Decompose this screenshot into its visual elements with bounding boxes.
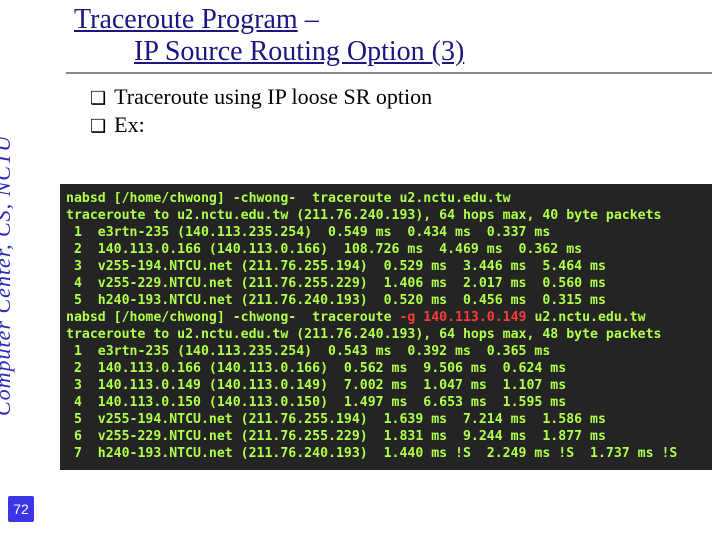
title-line1-text: Traceroute Program <box>74 4 298 35</box>
bullet-icon: ❑ <box>90 114 106 138</box>
term-line: 2 140.113.0.166 (140.113.0.166) 108.726 … <box>66 242 582 257</box>
term-highlight: -g 140.113.0.149 <box>399 310 526 325</box>
terminal-block: nabsd [/home/chwong] -chwong- traceroute… <box>60 184 712 470</box>
term-line: nabsd [/home/chwong] -chwong- traceroute <box>66 310 399 325</box>
term-line: 3 v255-194.NTCU.net (211.76.255.194) 0.5… <box>66 259 606 274</box>
slide-content: Traceroute Program – IP Source Routing O… <box>66 4 712 532</box>
title-dash: – <box>298 4 319 35</box>
bullet-item: ❑ Traceroute using IP loose SR option <box>90 84 712 110</box>
term-line: traceroute to u2.nctu.edu.tw (211.76.240… <box>66 208 661 223</box>
term-line: 4 v255-229.NTCU.net (211.76.255.229) 1.4… <box>66 276 606 291</box>
title-line2-text: IP Source Routing Option (3) <box>134 36 464 67</box>
term-line: 1 e3rtn-235 (140.113.235.254) 0.549 ms 0… <box>66 225 550 240</box>
page-number-badge: 72 <box>8 496 34 522</box>
bullet-text: Ex: <box>114 112 145 138</box>
slide-title: Traceroute Program – IP Source Routing O… <box>66 4 712 68</box>
term-line: 5 h240-193.NTCU.net (211.76.240.193) 0.5… <box>66 293 606 308</box>
term-line: 7 h240-193.NTCU.net (211.76.240.193) 1.4… <box>66 446 677 461</box>
term-line: 2 140.113.0.166 (140.113.0.166) 0.562 ms… <box>66 361 566 376</box>
bullet-item: ❑ Ex: <box>90 112 712 138</box>
term-line: 5 v255-194.NTCU.net (211.76.255.194) 1.6… <box>66 412 606 427</box>
term-line: traceroute to u2.nctu.edu.tw (211.76.240… <box>66 327 661 342</box>
term-line: 6 v255-229.NTCU.net (211.76.255.229) 1.8… <box>66 429 606 444</box>
bullet-icon: ❑ <box>90 86 106 110</box>
term-line: u2.nctu.edu.tw <box>527 310 646 325</box>
bullet-list: ❑ Traceroute using IP loose SR option ❑ … <box>66 84 712 138</box>
term-line: 4 140.113.0.150 (140.113.0.150) 1.497 ms… <box>66 395 566 410</box>
side-label: Computer Center, CS, NCTU <box>0 2 48 422</box>
term-line: 1 e3rtn-235 (140.113.235.254) 0.543 ms 0… <box>66 344 550 359</box>
term-line: 3 140.113.0.149 (140.113.0.149) 7.002 ms… <box>66 378 566 393</box>
bullet-text: Traceroute using IP loose SR option <box>114 84 432 110</box>
term-line: nabsd [/home/chwong] -chwong- traceroute… <box>66 191 511 206</box>
title-rule <box>66 72 712 74</box>
